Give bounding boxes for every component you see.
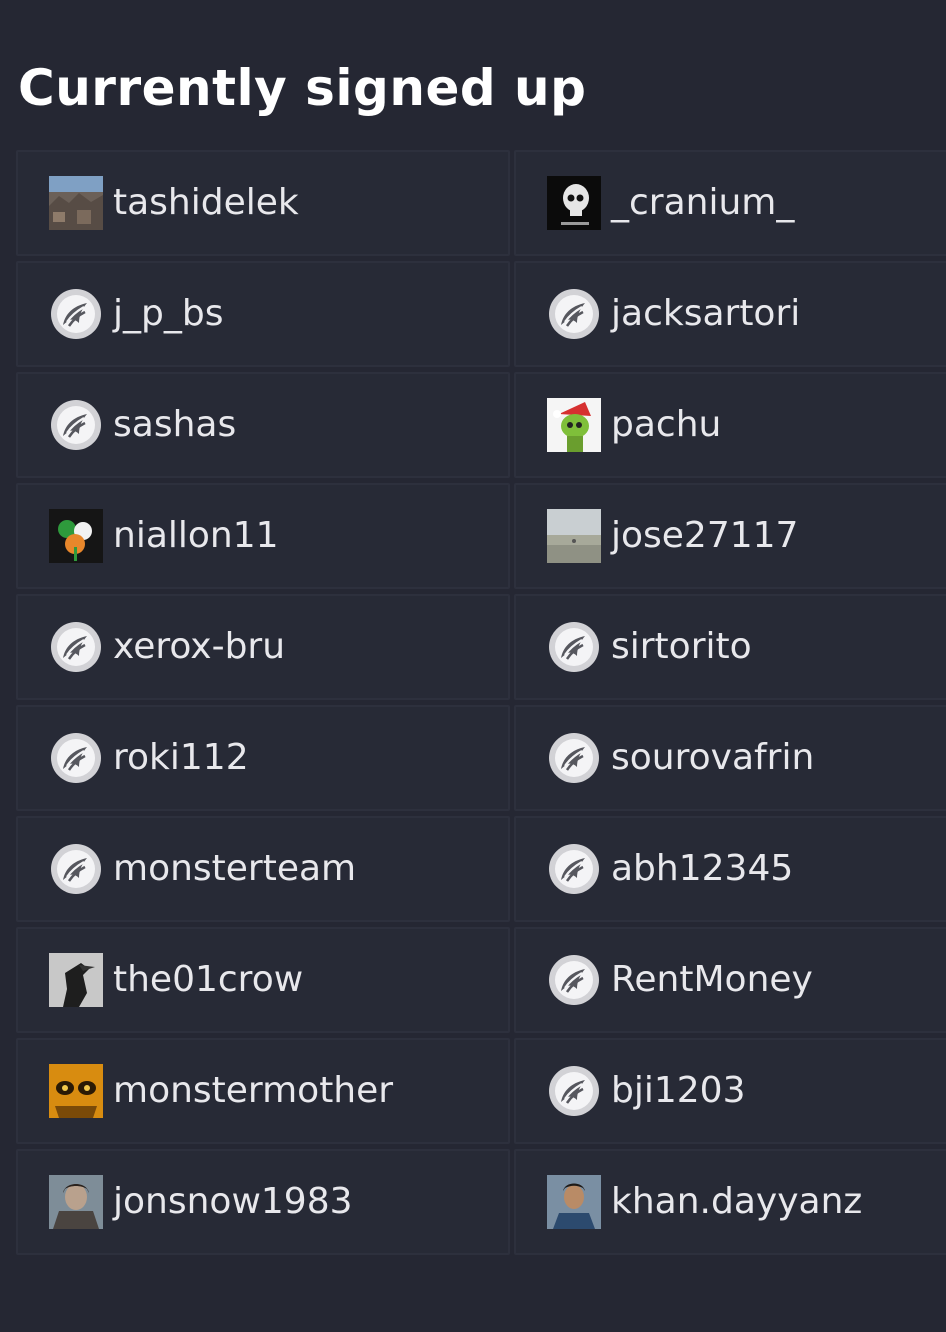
username-label[interactable]: abh12345: [611, 847, 793, 891]
default-avatar-icon: [49, 842, 103, 896]
user-card[interactable]: niallon11: [16, 483, 510, 589]
user-card[interactable]: khan.dayyanz: [514, 1149, 946, 1255]
user-card[interactable]: roki112: [16, 705, 510, 811]
user-card[interactable]: j_p_bs: [16, 261, 510, 367]
user-card[interactable]: pachu: [514, 372, 946, 478]
default-avatar-icon: [547, 620, 601, 674]
user-card[interactable]: sirtorito: [514, 594, 946, 700]
username-label[interactable]: roki112: [113, 736, 249, 780]
username-label[interactable]: sirtorito: [611, 625, 752, 669]
username-label[interactable]: jonsnow1983: [113, 1180, 353, 1224]
photo-avatar-beach-icon: [547, 509, 601, 563]
username-label[interactable]: khan.dayyanz: [611, 1180, 862, 1224]
username-label[interactable]: sourovafrin: [611, 736, 814, 780]
username-label[interactable]: the01crow: [113, 958, 303, 1002]
default-avatar-icon: [547, 731, 601, 785]
default-avatar-icon: [49, 287, 103, 341]
user-card[interactable]: abh12345: [514, 816, 946, 922]
username-label[interactable]: jose27117: [611, 514, 798, 558]
username-label[interactable]: _cranium_: [611, 181, 794, 225]
username-label[interactable]: pachu: [611, 403, 721, 447]
default-avatar-icon: [49, 620, 103, 674]
signed-up-users-grid: tashidelek _cranium_ j_p_bs jacksartori sash…: [16, 150, 946, 1255]
default-avatar-icon: [547, 1064, 601, 1118]
username-label[interactable]: monsterteam: [113, 847, 356, 891]
photo-avatar-skull-icon: [547, 176, 601, 230]
username-label[interactable]: RentMoney: [611, 958, 813, 1002]
user-card[interactable]: sourovafrin: [514, 705, 946, 811]
username-label[interactable]: j_p_bs: [113, 292, 223, 336]
default-avatar-icon: [547, 953, 601, 1007]
user-card[interactable]: bji1203: [514, 1038, 946, 1144]
default-avatar-icon: [547, 287, 601, 341]
username-label[interactable]: monstermother: [113, 1069, 393, 1113]
user-card[interactable]: sashas: [16, 372, 510, 478]
user-card[interactable]: _cranium_: [514, 150, 946, 256]
user-card[interactable]: jose27117: [514, 483, 946, 589]
photo-avatar-christmas-icon: [547, 398, 601, 452]
username-label[interactable]: niallon11: [113, 514, 279, 558]
user-card[interactable]: the01crow: [16, 927, 510, 1033]
page-title: Currently signed up: [18, 59, 587, 117]
user-card[interactable]: monsterteam: [16, 816, 510, 922]
photo-avatar-person-icon: [547, 1175, 601, 1229]
default-avatar-icon: [49, 731, 103, 785]
default-avatar-icon: [49, 398, 103, 452]
photo-avatar-jonsnow-icon: [49, 1175, 103, 1229]
user-card[interactable]: xerox-bru: [16, 594, 510, 700]
user-card[interactable]: tashidelek: [16, 150, 510, 256]
username-label[interactable]: sashas: [113, 403, 236, 447]
username-label[interactable]: jacksartori: [611, 292, 800, 336]
user-card[interactable]: jacksartori: [514, 261, 946, 367]
photo-avatar-landscape-icon: [49, 176, 103, 230]
default-avatar-icon: [547, 842, 601, 896]
username-label[interactable]: xerox-bru: [113, 625, 285, 669]
photo-avatar-monster-icon: [49, 1064, 103, 1118]
username-label[interactable]: tashidelek: [113, 181, 299, 225]
user-card[interactable]: RentMoney: [514, 927, 946, 1033]
photo-avatar-crow-icon: [49, 953, 103, 1007]
photo-avatar-shamrock-icon: [49, 509, 103, 563]
username-label[interactable]: bji1203: [611, 1069, 745, 1113]
user-card[interactable]: jonsnow1983: [16, 1149, 510, 1255]
user-card[interactable]: monstermother: [16, 1038, 510, 1144]
